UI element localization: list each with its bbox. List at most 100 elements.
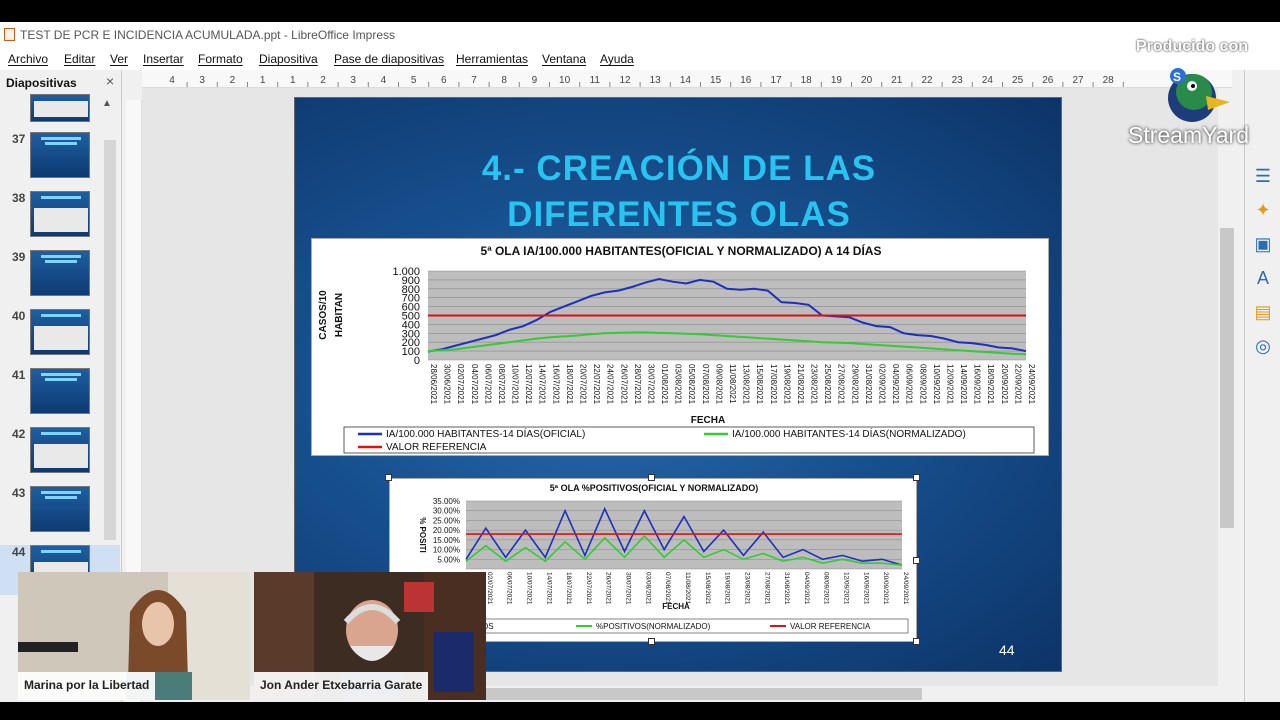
ruler-tick-label: 21: [891, 75, 903, 86]
slides-scrollbar[interactable]: [104, 140, 116, 540]
x-tick-label: 14/07/2021: [538, 364, 547, 405]
menu-pase-de-diapositivas[interactable]: Pase de diapositivas: [334, 52, 444, 66]
incidence-chart[interactable]: 5ª OLA IA/100.000 HABITANTES(OFICIAL Y N…: [311, 238, 1049, 456]
slide-title-line-1: 4.- CREACIÓN DE LAS: [481, 149, 877, 188]
selection-handle[interactable]: [913, 638, 920, 645]
y-axis-label: % POSITI: [418, 517, 427, 553]
menu-formato[interactable]: Formato: [198, 52, 243, 66]
x-tick-label: 20/09/2021: [1000, 364, 1009, 405]
slide-title[interactable]: 4.- CREACIÓN DE LAS DIFERENTES OLAS: [295, 146, 1063, 238]
slide-thumbnail-row[interactable]: 37: [0, 132, 120, 182]
thumb-title: [41, 432, 81, 435]
slide-thumbnail[interactable]: [30, 309, 90, 355]
menu-bar: Archivo Editar Ver Insertar Formato Diap…: [0, 48, 1280, 70]
thumb-title: [41, 373, 81, 376]
x-tick-label: 27/08/2021: [763, 572, 770, 605]
x-tick-label: 19/08/2021: [782, 364, 791, 405]
y-tick-label: 30.00%: [433, 507, 460, 516]
close-icon[interactable]: ×: [106, 73, 114, 89]
x-tick-label: 03/08/2021: [644, 572, 651, 605]
thumb-title: [41, 255, 81, 258]
x-tick-label: 09/08/2021: [714, 364, 723, 405]
ruler-tick-label: 1: [260, 75, 266, 86]
slide-thumbnail[interactable]: [30, 368, 90, 414]
ruler-tick-label: 17: [770, 75, 782, 86]
selection-handle[interactable]: [648, 638, 655, 645]
y-tick-label: 5.00%: [437, 555, 460, 564]
slide-number-label: 37: [12, 132, 26, 146]
right-sidebar-deck: ☰ ✦ ▣ A ▤ ◎: [1244, 70, 1280, 702]
master-slides-icon[interactable]: ▣: [1251, 232, 1275, 256]
x-tick-label: 24/09/2021: [1027, 364, 1036, 405]
thumb-title: [41, 491, 81, 494]
menu-ventana[interactable]: Ventana: [542, 52, 586, 66]
selection-handle[interactable]: [913, 474, 920, 481]
x-tick-label: 21/08/2021: [796, 364, 805, 405]
scroll-up-icon[interactable]: ▲: [102, 98, 112, 109]
menu-herramientas[interactable]: Herramientas: [456, 52, 528, 66]
slide-thumbnail-row[interactable]: 42: [0, 427, 120, 477]
menu-insertar[interactable]: Insertar: [143, 52, 184, 66]
x-tick-label: 06/07/2021: [483, 364, 492, 405]
x-tick-label: 24/07/2021: [606, 364, 615, 405]
gallery-icon[interactable]: ▤: [1251, 300, 1275, 324]
selection-handle[interactable]: [648, 474, 655, 481]
properties-icon[interactable]: ☰: [1251, 164, 1275, 188]
menu-archivo[interactable]: Archivo: [8, 52, 48, 66]
slide-thumbnail[interactable]: [30, 132, 90, 178]
slide-thumbnail-row[interactable]: 39: [0, 250, 120, 300]
thumb-chart: [34, 208, 88, 232]
slide-thumbnail-row[interactable]: 38: [0, 191, 120, 241]
slide-thumbnail-row[interactable]: 40: [0, 309, 120, 359]
legend-label: VALOR REFERENCIA: [386, 442, 487, 453]
ruler-tick-label: 7: [471, 75, 477, 86]
y-tick-label: 0: [414, 355, 420, 367]
ruler-tick-label: 19: [831, 75, 843, 86]
slide-thumbnail[interactable]: [30, 427, 90, 473]
selection-handle[interactable]: [385, 474, 392, 481]
x-tick-label: 02/07/2021: [456, 364, 465, 405]
thumb-title: [45, 260, 77, 263]
slide-thumbnail[interactable]: [30, 250, 90, 296]
ruler-tick-label: 9: [532, 75, 538, 86]
animation-icon[interactable]: ✦: [1251, 198, 1275, 222]
x-tick-label: 18/07/2021: [565, 364, 574, 405]
styles-icon[interactable]: A: [1251, 266, 1275, 290]
horizontal-ruler: 4 3 2 1 1 2 3 4 5 6 7 8 9 10 11 12 13 14 15 16 17 18 19 20 21 22 2…: [142, 70, 1232, 88]
slide-thumbnail-row[interactable]: 41: [0, 368, 120, 418]
menu-ver[interactable]: Ver: [110, 52, 128, 66]
scrollbar-thumb[interactable]: [482, 688, 922, 700]
x-tick-label: 10/07/2021: [511, 364, 520, 405]
x-tick-label: 04/07/2021: [470, 364, 479, 405]
x-tick-label: 08/07/2021: [497, 364, 506, 405]
menu-diapositiva[interactable]: Diapositiva: [259, 52, 318, 66]
ruler-tick-label: 26: [1042, 75, 1054, 86]
ruler-tick-label: 8: [501, 75, 507, 86]
ruler-tick-label: 3: [350, 75, 356, 86]
menu-ayuda[interactable]: Ayuda: [600, 52, 634, 66]
ruler-tick-label: 4: [169, 75, 175, 86]
ruler-tick-label: 10: [559, 75, 571, 86]
menu-editar[interactable]: Editar: [64, 52, 95, 66]
vertical-scrollbar[interactable]: [1218, 88, 1236, 688]
slide-thumbnail-36[interactable]: [30, 94, 90, 122]
participant-name-1: Marina por la Libertad: [18, 672, 156, 700]
slide-thumbnail-row[interactable]: 43: [0, 486, 120, 536]
x-tick-label: 16/07/2021: [551, 364, 560, 405]
slide-thumbnail[interactable]: [30, 191, 90, 237]
x-tick-label: 10/07/2021: [525, 572, 532, 605]
x-tick-label: 14/07/2021: [545, 572, 552, 605]
chart-title: 5ª OLA %POSITIVOS(OFICIAL Y NORMALIZADO): [550, 483, 759, 493]
selection-handle[interactable]: [913, 557, 920, 564]
scrollbar-thumb[interactable]: [1220, 228, 1234, 528]
x-tick-label: 22/09/2021: [1013, 364, 1022, 405]
ruler-tick-label: 11: [590, 75, 601, 86]
ruler-tick-label: 22: [921, 75, 933, 86]
x-tick-label: 15/08/2021: [704, 572, 711, 605]
navigator-icon[interactable]: ◎: [1251, 334, 1275, 358]
x-tick-label: 12/09/2021: [843, 572, 850, 605]
x-tick-label: 04/09/2021: [803, 572, 810, 605]
x-tick-label: 26/07/2021: [619, 364, 628, 405]
slide-thumbnail[interactable]: [30, 486, 90, 532]
slides-pane-title: Diapositivas: [6, 76, 77, 90]
